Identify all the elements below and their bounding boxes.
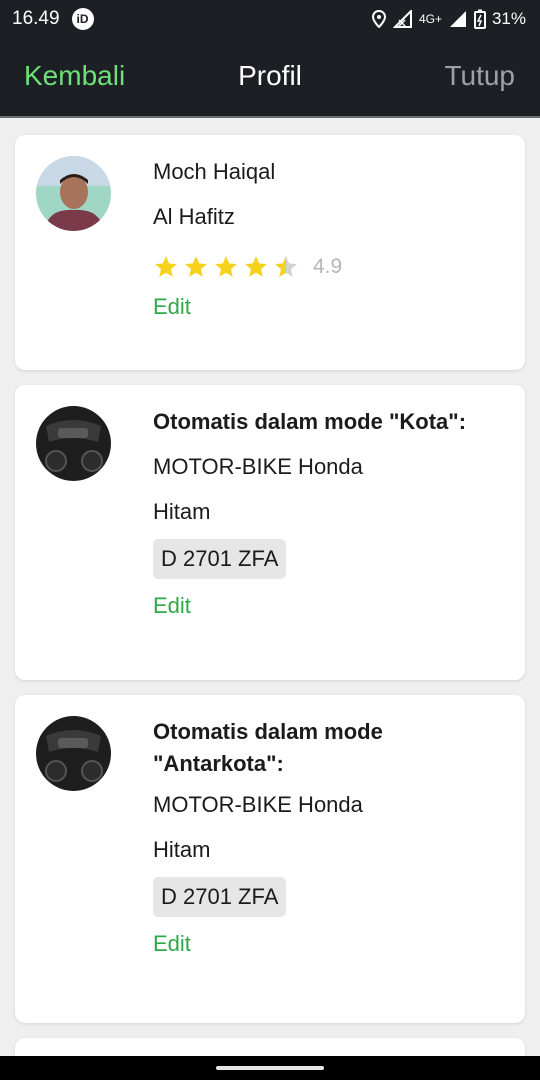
- profile-first-name: Moch Haiqal: [153, 159, 276, 184]
- license-plate: D 2701 ZFA: [153, 539, 287, 579]
- profile-last-name: Al Hafitz: [153, 204, 235, 229]
- battery-icon: [473, 9, 486, 29]
- edit-profile-button[interactable]: Edit: [153, 294, 191, 320]
- vehicle-avatar: [36, 406, 111, 481]
- battery-level: 31%: [491, 9, 526, 28]
- vehicle-type: MOTOR-BIKE Honda: [153, 454, 363, 479]
- motorbike-photo-icon: [36, 716, 111, 791]
- system-nav-bar: [0, 1056, 540, 1080]
- profile-info: Moch Haiqal Al Hafitz 4.9 Edit: [153, 157, 505, 320]
- edit-vehicle-button[interactable]: Edit: [153, 593, 191, 619]
- status-bar-left: 16.49 iD: [12, 8, 94, 30]
- vehicle-mode-label: Otomatis dalam mode: [153, 719, 383, 744]
- signal-alt-icon: [392, 10, 412, 28]
- star-full-icon: [245, 256, 267, 277]
- status-bar-right: 4G+ 31%: [371, 9, 526, 29]
- star-full-icon: [185, 256, 207, 277]
- vehicle-card-kota: Otomatis dalam mode "Kota": MOTOR-BIKE H…: [15, 385, 525, 680]
- edit-vehicle-button[interactable]: Edit: [153, 931, 191, 957]
- license-plate: D 2701 ZFA: [153, 877, 287, 917]
- profile-avatar: [36, 156, 111, 231]
- vehicle-card-antarkota: Otomatis dalam mode "Antarkota": MOTOR-B…: [15, 695, 525, 1023]
- vehicle-color: Hitam: [153, 499, 211, 524]
- home-gesture-handle[interactable]: [216, 1066, 324, 1070]
- rating-value: 4.9: [313, 255, 343, 278]
- vehicle-info: Otomatis dalam mode "Antarkota": MOTOR-B…: [153, 717, 505, 957]
- vehicle-avatar: [36, 716, 111, 791]
- status-time: 16.49: [12, 8, 60, 29]
- app-badge-icon: iD: [71, 8, 94, 30]
- vehicle-color: Hitam: [153, 837, 211, 862]
- star-full-icon: [215, 256, 237, 277]
- vehicle-type: MOTOR-BIKE Honda: [153, 792, 363, 817]
- star-full-icon: [155, 256, 177, 277]
- profile-card: Moch Haiqal Al Hafitz 4.9 Edit: [15, 135, 525, 370]
- location-icon: [371, 10, 386, 28]
- user-photo-icon: [36, 156, 111, 231]
- vehicle-mode-label-cont: "Antarkota":: [153, 751, 284, 776]
- vehicle-mode-label: Otomatis dalam mode "Kota":: [153, 409, 467, 434]
- rating-stars: 4.9: [153, 246, 505, 288]
- top-nav-bar: Kembali Profil Tutup: [0, 38, 540, 118]
- close-button[interactable]: Tutup: [444, 60, 515, 92]
- network-type: 4G+: [418, 12, 442, 26]
- motorbike-photo-icon: [36, 406, 111, 481]
- vehicle-info: Otomatis dalam mode "Kota": MOTOR-BIKE H…: [153, 407, 505, 619]
- status-bar: 16.49 iD 4G+ 31%: [0, 0, 540, 38]
- signal-icon: [449, 11, 466, 27]
- star-half-icon: [275, 256, 297, 277]
